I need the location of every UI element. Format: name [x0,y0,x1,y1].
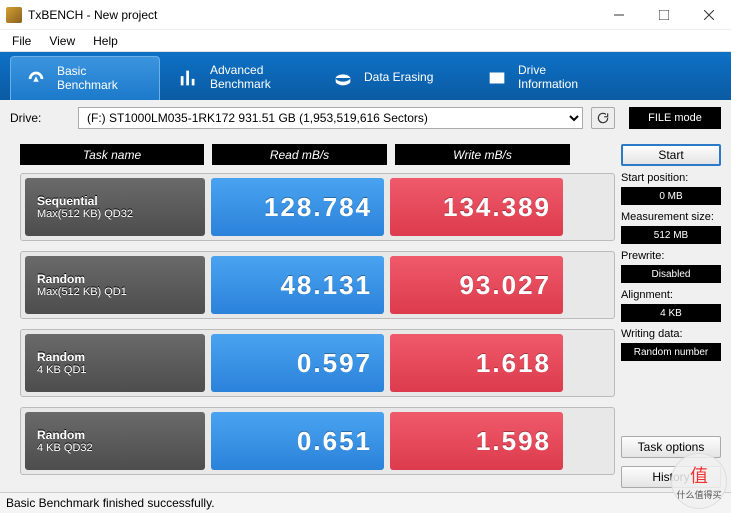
chart-icon [178,67,200,89]
tab-basic-benchmark[interactable]: BasicBenchmark [10,56,160,100]
tab-label: DriveInformation [518,64,578,92]
write-value-cell: 93.027 [390,256,563,314]
write-value-cell: 1.598 [390,412,563,470]
result-row: RandomMax(512 KB) QD148.13193.027 [20,251,615,319]
drive-label: Drive: [10,111,70,125]
writing-data-value[interactable]: Random number [621,343,721,361]
measurement-size-label: Measurement size: [621,211,721,223]
menu-file[interactable]: File [4,32,39,50]
task-name-cell: Random4 KB QD32 [25,412,205,470]
app-icon [6,7,22,23]
read-value-cell: 128.784 [211,178,384,236]
prewrite-label: Prewrite: [621,250,721,262]
header-read: Read mB/s [212,144,387,165]
read-value-cell: 0.597 [211,334,384,392]
drive-bar: Drive: (F:) ST1000LM035-1RK172 931.51 GB… [0,100,731,136]
maximize-button[interactable] [641,0,686,30]
result-row: Random4 KB QD10.5971.618 [20,329,615,397]
alignment-value[interactable]: 4 KB [621,304,721,322]
task-name-cell: SequentialMax(512 KB) QD32 [25,178,205,236]
gauge-icon [25,68,47,90]
measurement-size-value[interactable]: 512 MB [621,226,721,244]
writing-data-label: Writing data: [621,328,721,340]
tab-data-erasing[interactable]: Data Erasing [318,56,468,100]
menu-help[interactable]: Help [85,32,126,50]
titlebar: TxBENCH - New project [0,0,731,30]
close-button[interactable] [686,0,731,30]
table-header: Task name Read mB/s Write mB/s [20,144,615,165]
result-row: Random4 KB QD320.6511.598 [20,407,615,475]
menu-view[interactable]: View [41,32,83,50]
watermark: 值 什么值得买 [671,453,727,509]
write-value-cell: 134.389 [390,178,563,236]
alignment-label: Alignment: [621,289,721,301]
task-name-cell: RandomMax(512 KB) QD1 [25,256,205,314]
result-row: SequentialMax(512 KB) QD32128.784134.389 [20,173,615,241]
erase-icon [332,67,354,89]
tab-advanced-benchmark[interactable]: AdvancedBenchmark [164,56,314,100]
file-mode-button[interactable]: FILE mode [629,107,721,129]
read-value-cell: 0.651 [211,412,384,470]
start-button[interactable]: Start [621,144,721,166]
tab-label: Data Erasing [364,71,433,85]
minimize-button[interactable] [596,0,641,30]
status-bar: Basic Benchmark finished successfully. [0,492,731,513]
drive-select[interactable]: (F:) ST1000LM035-1RK172 931.51 GB (1,953… [78,107,583,129]
window-title: TxBENCH - New project [28,8,596,22]
tab-label: BasicBenchmark [57,65,118,93]
tab-drive-information[interactable]: DriveInformation [472,56,622,100]
header-task: Task name [20,144,204,165]
tabbar: BasicBenchmark AdvancedBenchmark Data Er… [0,52,731,100]
sidebar: Start Start position: 0 MB Measurement s… [621,136,731,492]
read-value-cell: 48.131 [211,256,384,314]
results-table: Task name Read mB/s Write mB/s Sequentia… [0,136,621,492]
menubar: File View Help [0,30,731,52]
start-position-value[interactable]: 0 MB [621,187,721,205]
watermark-text: 什么值得买 [676,488,721,501]
drive-icon [486,67,508,89]
tab-label: AdvancedBenchmark [210,64,271,92]
status-text: Basic Benchmark finished successfully. [6,496,215,510]
header-write: Write mB/s [395,144,570,165]
start-position-label: Start position: [621,172,721,184]
write-value-cell: 1.618 [390,334,563,392]
task-name-cell: Random4 KB QD1 [25,334,205,392]
reload-button[interactable] [591,107,615,129]
prewrite-value[interactable]: Disabled [621,265,721,283]
watermark-icon: 值 [690,462,708,488]
